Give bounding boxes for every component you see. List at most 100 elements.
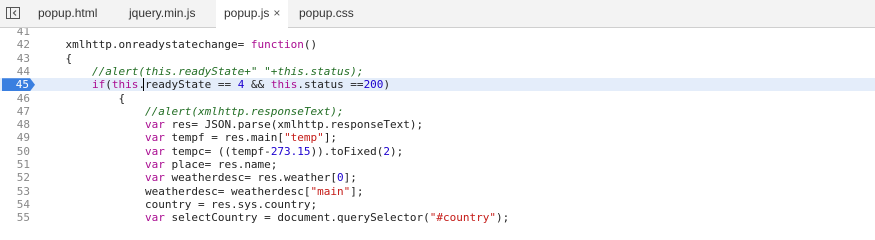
code-text: {	[39, 92, 125, 105]
code-token: ];	[350, 184, 364, 198]
code-token: "#country"	[429, 211, 496, 225]
code-line[interactable]: 49 var tempf = res.main["temp"];	[0, 131, 875, 144]
code-token: tempf = res.main[	[164, 131, 285, 145]
tab-label: popup.css	[299, 6, 354, 20]
code-text: var selectCountry = document.querySelect…	[39, 211, 509, 224]
code-text: //alert(xmlhttp.responseText);	[39, 105, 344, 118]
code-token: .status ==	[297, 78, 364, 92]
code-token: res= JSON.parse(xmlhttp.responseText);	[164, 118, 424, 132]
code-line[interactable]: 51 var place= res.name;	[0, 158, 875, 171]
code-line[interactable]: 41	[0, 28, 875, 38]
code-line[interactable]: 47 //alert(xmlhttp.responseText);	[0, 105, 875, 118]
code-token: ];	[323, 131, 338, 145]
code-token: 273.15	[270, 144, 311, 158]
tab-jquery-min-js[interactable]: jquery.min.js	[121, 0, 203, 27]
code-token: ];	[343, 171, 357, 185]
editor-tab-bar: popup.html jquery.min.js popup.js × popup…	[0, 0, 875, 28]
code-token: //alert(this.readyState+" "+this.status)…	[91, 64, 364, 78]
code-token: var	[144, 171, 165, 185]
line-number[interactable]: 47	[0, 105, 30, 118]
line-number[interactable]: 49	[0, 131, 30, 144]
code-token: "main"	[310, 184, 351, 198]
code-token: selectCountry = document.querySelector(	[164, 211, 430, 225]
line-number[interactable]: 54	[0, 198, 30, 211]
code-token: )	[383, 78, 391, 92]
line-number[interactable]: 50	[0, 145, 30, 158]
code-token: country = res.sys.country;	[39, 197, 318, 211]
line-number[interactable]: 55	[0, 211, 30, 224]
code-text: weatherdesc= weatherdesc["main"];	[39, 185, 364, 198]
code-line[interactable]: 45 if(this.readyState == 4 && this.statu…	[0, 78, 875, 92]
code-text: {	[39, 52, 72, 65]
code-token: var	[144, 211, 165, 225]
tab-label: popup.js	[224, 6, 270, 20]
line-number[interactable]: 53	[0, 185, 30, 198]
tab-popup-css[interactable]: popup.css	[291, 0, 362, 27]
code-line[interactable]: 46 {	[0, 92, 875, 105]
tab-label: jquery.min.js	[129, 6, 196, 20]
tab-popup-js[interactable]: popup.js ×	[216, 0, 289, 28]
code-line[interactable]: 55 var selectCountry = document.querySel…	[0, 211, 875, 224]
code-token: xmlhttp.onreadystatechange=	[39, 38, 251, 52]
code-token: &&	[244, 78, 271, 92]
code-token: var	[144, 118, 165, 132]
code-line[interactable]: 48 var res= JSON.parse(xmlhttp.responseT…	[0, 118, 875, 131]
text-cursor	[143, 78, 144, 92]
code-token: {	[39, 51, 73, 65]
code-token: //alert(xmlhttp.responseText);	[144, 104, 344, 118]
code-token: "temp"	[284, 131, 324, 145]
code-token: var	[144, 158, 165, 171]
breakpoint-line-number[interactable]: 45	[2, 78, 35, 92]
code-line[interactable]: 50 var tempc= ((tempf-273.15)).toFixed(2…	[0, 145, 875, 158]
code-text: var tempc= ((tempf-273.15)).toFixed(2);	[39, 145, 403, 158]
code-token: weatherdesc= weatherdesc[	[39, 184, 311, 198]
code-token: (	[105, 78, 112, 92]
code-text: var tempf = res.main["temp"];	[39, 131, 337, 144]
line-number[interactable]: 48	[0, 118, 30, 131]
code-token: function	[250, 38, 304, 52]
line-number[interactable]: 42	[0, 38, 30, 51]
code-editor[interactable]: 41 42 xmlhttp.onreadystatechange= functio…	[0, 28, 875, 234]
code-text: var place= res.name;	[39, 158, 277, 171]
code-text: var weatherdesc= res.weather[0];	[39, 171, 357, 184]
line-number[interactable]: 41	[0, 28, 30, 38]
toggle-navigator-button[interactable]	[4, 4, 23, 23]
code-token: this	[111, 78, 139, 92]
code-token: ()	[303, 38, 318, 52]
line-number[interactable]: 51	[0, 158, 30, 171]
code-token: 200	[363, 78, 384, 92]
code-line[interactable]: 53 weatherdesc= weatherdesc["main"];	[0, 185, 875, 198]
sidebar-toggle-icon	[6, 7, 20, 19]
line-number[interactable]: 43	[0, 52, 30, 65]
code-text: var res= JSON.parse(xmlhttp.responseText…	[39, 118, 423, 131]
code-line[interactable]: 44 //alert(this.readyState+" "+this.stat…	[0, 65, 875, 78]
code-text: country = res.sys.country;	[39, 198, 317, 211]
code-line[interactable]: 54 country = res.sys.country;	[0, 198, 875, 211]
code-token: this	[270, 78, 298, 92]
code-text: //alert(this.readyState+" "+this.status)…	[39, 65, 364, 78]
code-token: var	[144, 144, 165, 158]
line-number[interactable]: 46	[0, 92, 30, 105]
line-number[interactable]: 52	[0, 171, 30, 184]
tab-popup-html[interactable]: popup.html	[30, 0, 105, 27]
line-number[interactable]: 44	[0, 65, 30, 78]
tab-label: popup.html	[38, 6, 98, 20]
code-line[interactable]: 43 {	[0, 52, 875, 65]
code-token: weatherdesc= res.weather[	[164, 171, 338, 185]
code-token: 0	[337, 171, 344, 185]
code-token: )).toFixed(	[310, 144, 384, 158]
code-token: tempc= ((tempf-	[164, 144, 271, 158]
code-token: );	[390, 144, 404, 158]
code-token: if	[91, 78, 106, 92]
code-line[interactable]: 42 xmlhttp.onreadystatechange= function(…	[0, 38, 875, 51]
code-line[interactable]: 52 var weatherdesc= res.weather[0];	[0, 171, 875, 184]
close-icon[interactable]: ×	[273, 6, 280, 20]
